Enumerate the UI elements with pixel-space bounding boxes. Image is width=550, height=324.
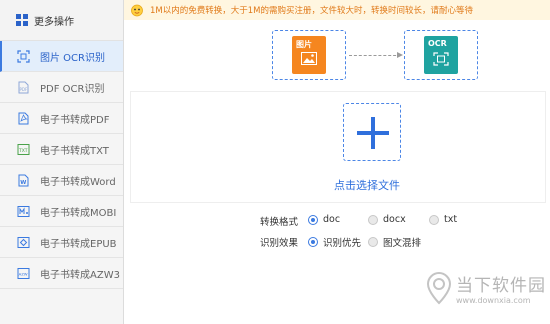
sidebar: 更多操作 图片 OCR识别 PDF PDF OCR识别 电子书转成PDF TXT… bbox=[0, 0, 124, 324]
notice-text: 1M以内的免费转换，大于1M的需购买注册，文件较大时，转换时间较长，请耐心等待 bbox=[150, 6, 473, 16]
radio-unchecked-icon bbox=[368, 214, 378, 225]
sidebar-item-label: 电子书转成AZW3 bbox=[40, 269, 120, 281]
sidebar-item-to-epub[interactable]: 电子书转成EPUB bbox=[0, 227, 123, 258]
ocr-file-icon: OCR bbox=[424, 36, 458, 74]
format-option-title: 转换格式 bbox=[260, 217, 299, 228]
format-radio-docx[interactable]: docx bbox=[368, 214, 406, 225]
sidebar-header: 更多操作 bbox=[0, 0, 123, 41]
sidebar-item-pdf-ocr[interactable]: PDF PDF OCR识别 bbox=[0, 72, 123, 103]
sidebar-item-label: 电子书转成EPUB bbox=[40, 238, 117, 250]
sidebar-item-label: 电子书转成PDF bbox=[40, 114, 110, 126]
scan-icon bbox=[433, 52, 449, 66]
sidebar-item-label: 图片 OCR识别 bbox=[40, 52, 105, 64]
conversion-arrow-line bbox=[349, 55, 401, 56]
source-file-label: 图片 bbox=[296, 40, 312, 49]
target-file-label: OCR bbox=[428, 39, 447, 48]
format-radio-doc[interactable]: doc bbox=[308, 214, 340, 225]
radio-checked-icon bbox=[308, 237, 318, 247]
notice-bar: 1M以内的免费转换，大于1M的需购买注册，文件较大时，转换时间较长，请耐心等待 bbox=[124, 0, 550, 20]
mascot-icon bbox=[131, 4, 143, 17]
format-choice-label: docx bbox=[383, 214, 406, 225]
radio-unchecked-icon bbox=[429, 214, 439, 225]
sidebar-item-to-word[interactable]: W 电子书转成Word bbox=[0, 165, 123, 196]
svg-text:AZW: AZW bbox=[19, 271, 28, 276]
svg-text:PDF: PDF bbox=[20, 87, 28, 92]
format-choice-label: doc bbox=[323, 214, 341, 225]
effect-choice-label: 识别优先 bbox=[323, 238, 362, 249]
sidebar-header-title: 更多操作 bbox=[34, 16, 74, 28]
sidebar-item-label: 电子书转成MOBI bbox=[40, 207, 117, 219]
epub-icon bbox=[17, 236, 30, 248]
image-scan-icon bbox=[17, 49, 30, 63]
pdf-icon bbox=[18, 112, 29, 124]
svg-text:W: W bbox=[20, 180, 26, 186]
target-file-box: OCR bbox=[404, 30, 478, 80]
radio-unchecked-icon bbox=[368, 237, 378, 247]
azw-icon: AZW bbox=[17, 267, 30, 279]
word-icon: W bbox=[18, 174, 29, 186]
format-radio-txt[interactable]: txt bbox=[429, 214, 457, 225]
sidebar-item-to-txt[interactable]: TXT 电子书转成TXT bbox=[0, 134, 123, 165]
add-file-button[interactable] bbox=[343, 103, 401, 161]
sidebar-item-label: 电子书转成Word bbox=[40, 176, 116, 188]
watermark-logo-icon bbox=[426, 271, 452, 305]
sidebar-item-to-pdf[interactable]: 电子书转成PDF bbox=[0, 103, 123, 134]
effect-choice-label: 图文混排 bbox=[383, 238, 422, 249]
radio-checked-icon bbox=[308, 214, 318, 225]
format-option-row: 转换格式 bbox=[260, 214, 308, 228]
sidebar-item-to-mobi[interactable]: 电子书转成MOBI bbox=[0, 196, 123, 227]
source-file-box: 图片 bbox=[272, 30, 346, 80]
mobi-icon bbox=[17, 205, 30, 217]
format-choice-label: txt bbox=[444, 214, 458, 225]
sidebar-item-label: 电子书转成TXT bbox=[40, 145, 109, 157]
svg-text:TXT: TXT bbox=[18, 148, 28, 154]
effect-radio-recognition-first[interactable]: 识别优先 bbox=[308, 235, 361, 249]
plus-icon-vertical bbox=[371, 117, 375, 149]
sidebar-item-image-ocr[interactable]: 图片 OCR识别 bbox=[0, 41, 123, 72]
sidebar-item-to-azw3[interactable]: AZW 电子书转成AZW3 bbox=[0, 258, 123, 289]
pdf-file-icon: PDF bbox=[18, 81, 29, 93]
effect-option-title: 识别效果 bbox=[260, 238, 299, 249]
watermark: 当下软件园 www.downxia.com bbox=[426, 271, 546, 305]
image-file-icon: 图片 bbox=[292, 36, 326, 74]
watermark-url: www.downxia.com bbox=[456, 296, 531, 305]
watermark-name: 当下软件园 bbox=[456, 276, 546, 296]
effect-radio-mixed-layout[interactable]: 图文混排 bbox=[368, 235, 421, 249]
sidebar-item-label: PDF OCR识别 bbox=[40, 83, 105, 95]
grid-icon bbox=[16, 14, 28, 26]
txt-icon: TXT bbox=[17, 143, 30, 155]
effect-option-row: 识别效果 bbox=[260, 235, 308, 249]
select-file-link[interactable]: 点击选择文件 bbox=[334, 177, 400, 193]
picture-icon bbox=[301, 52, 317, 65]
conversion-arrow-head bbox=[397, 52, 403, 58]
